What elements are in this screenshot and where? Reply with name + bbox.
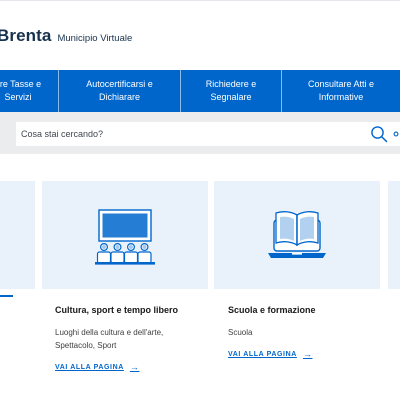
category-card-partial[interactable] bbox=[0, 181, 35, 289]
laptop-book-icon bbox=[268, 211, 326, 258]
category-card-scuola[interactable] bbox=[214, 181, 380, 289]
card-description: Scuola bbox=[228, 328, 253, 337]
arrow-right-icon: → bbox=[302, 349, 313, 359]
site-header: Brenta Municipio Virtuale bbox=[0, 26, 132, 56]
category-card-cultura[interactable] bbox=[42, 181, 208, 289]
nav-item-label: are Tasse e Servizi bbox=[0, 78, 42, 102]
nav-item-label: Consultare Atti e Informative bbox=[307, 78, 375, 102]
brand-name[interactable]: Brenta bbox=[0, 26, 51, 46]
card-link-label: VAI ALLA PAGINA bbox=[55, 363, 124, 371]
card-title: Scuola e formazione bbox=[228, 305, 316, 315]
nav-item-label: Richiedere e Segnalare bbox=[205, 78, 257, 102]
card-title: Cultura, sport e tempo libero bbox=[55, 305, 179, 315]
card-link[interactable]: VAI ALLA PAGINA → bbox=[228, 349, 313, 359]
top-divider bbox=[0, 0, 400, 1]
card-accent bbox=[0, 295, 13, 297]
main-nav: are Tasse e Servizi Autocertificarsi e D… bbox=[0, 70, 400, 112]
search-icon[interactable] bbox=[370, 125, 388, 143]
nav-item-consultare[interactable]: Consultare Atti e Informative bbox=[282, 70, 400, 112]
card-link-label: VAI ALLA PAGINA bbox=[228, 350, 297, 358]
search-band bbox=[0, 112, 400, 154]
nav-item-tasse-servizi[interactable]: are Tasse e Servizi bbox=[0, 70, 56, 112]
theater-icon bbox=[95, 209, 155, 265]
search-box bbox=[16, 122, 400, 146]
more-options-icon[interactable] bbox=[393, 127, 400, 141]
card-link[interactable]: VAI ALLA PAGINA → bbox=[55, 362, 140, 372]
brand-subtitle: Municipio Virtuale bbox=[57, 33, 133, 44]
card-description: Luoghi della cultura e dell'arte, Spetta… bbox=[55, 328, 164, 350]
nav-item-label: Autocertificarsi e Dichiarare bbox=[86, 78, 153, 102]
nav-item-richiedere[interactable]: Richiedere e Segnalare bbox=[181, 70, 281, 112]
search-input[interactable] bbox=[21, 129, 361, 139]
arrow-right-icon: → bbox=[129, 362, 140, 372]
nav-item-autocertificarsi[interactable]: Autocertificarsi e Dichiarare bbox=[59, 70, 180, 112]
category-card-partial[interactable] bbox=[388, 181, 400, 289]
